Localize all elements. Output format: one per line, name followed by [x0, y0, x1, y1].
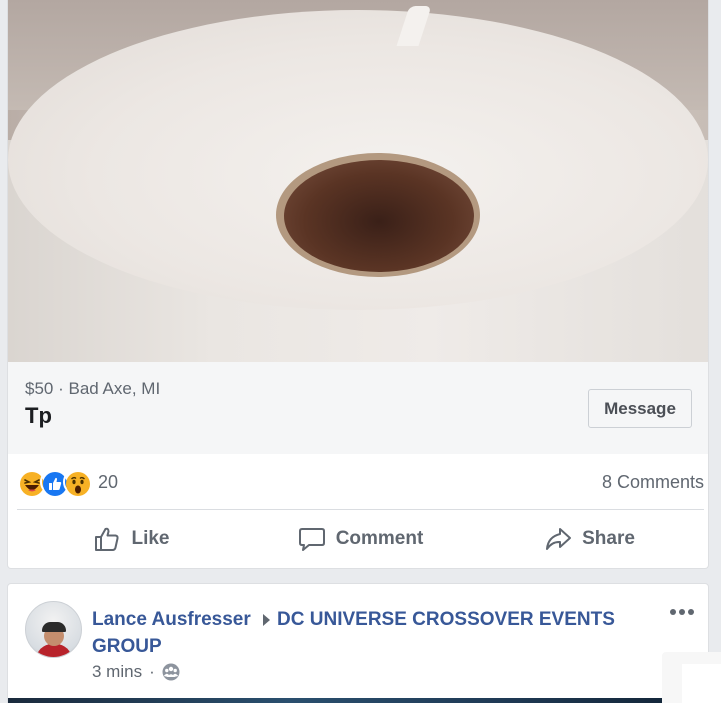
thumbs-up-icon [95, 527, 120, 551]
post-image[interactable] [8, 698, 708, 703]
corner-overlay [662, 652, 721, 703]
listing-location[interactable]: Bad Axe, MI [69, 379, 161, 398]
avatar-shirt [36, 644, 72, 657]
post-action-bar: Like Comment Share [17, 511, 704, 567]
like-button[interactable]: Like [17, 511, 246, 567]
share-label: Share [582, 528, 635, 549]
reaction-count: 20 [98, 471, 119, 492]
author-name[interactable]: Lance Ausfresser [92, 609, 251, 630]
wow-icon [63, 469, 90, 496]
reaction-summary[interactable]: 20 [17, 464, 118, 500]
separator-dot: · [58, 379, 64, 398]
more-options-icon[interactable] [668, 600, 696, 624]
corner-overlay-inner [682, 664, 721, 703]
listing-price: $50 [25, 379, 54, 398]
post-header: Lance Ausfresser DC UNIVERSE CROSSOVER E… [92, 606, 652, 660]
separator-dot: · [149, 662, 155, 681]
caret-right-icon [263, 613, 271, 626]
avatar-cap [42, 622, 66, 632]
group-icon[interactable] [162, 663, 180, 681]
share-arrow-icon [546, 528, 572, 550]
listing-details: $50 · Bad Axe, MI Tp Message [8, 362, 708, 454]
listing-photo[interactable] [8, 0, 708, 362]
comments-count-link[interactable]: 8 Comments [602, 472, 704, 493]
photo-roll-core [284, 160, 474, 272]
like-label: Like [131, 528, 170, 549]
actions-divider [17, 509, 704, 510]
comment-label: Comment [335, 528, 424, 549]
comment-button[interactable]: Comment [246, 511, 475, 567]
group-post-card: Lance Ausfresser DC UNIVERSE CROSSOVER E… [7, 583, 709, 703]
author-avatar[interactable] [25, 601, 82, 658]
share-button[interactable]: Share [475, 511, 704, 567]
comment-bubble-icon [298, 528, 325, 551]
price-location-line: $50 · Bad Axe, MI [25, 379, 160, 399]
message-button[interactable]: Message [588, 389, 692, 428]
listing-title[interactable]: Tp [25, 403, 52, 429]
post-meta: 3 mins · [92, 662, 180, 682]
post-timestamp[interactable]: 3 mins [92, 662, 142, 682]
